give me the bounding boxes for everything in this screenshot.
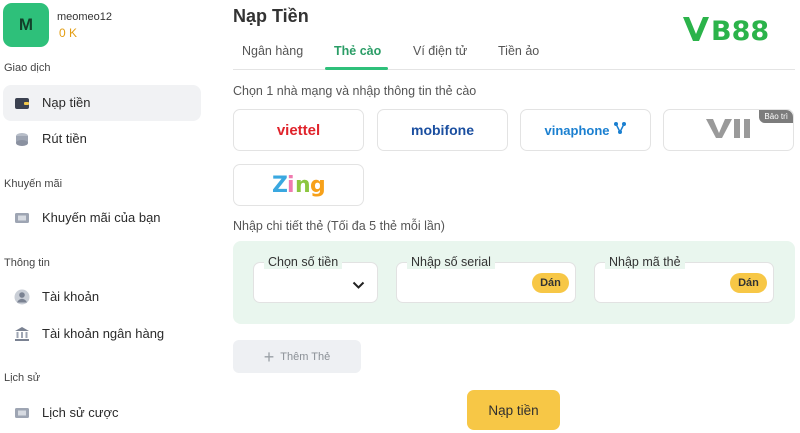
carrier-vietnamobile[interactable]: Bảo trì (663, 109, 794, 151)
sidebar-item-bank-account[interactable]: Tài khoản ngân hàng (3, 316, 201, 352)
deposit-submit-button[interactable]: Nạp tiền (467, 390, 560, 430)
ticket-history-icon (14, 405, 30, 421)
sidebar-item-label: Rút tiền (42, 131, 87, 146)
plus-icon: + (263, 346, 275, 367)
avatar[interactable]: M (3, 3, 49, 47)
tab-crypto[interactable]: Tiền ảo (498, 44, 539, 58)
carrier-name: vinaphone (544, 122, 610, 138)
section-label-transactions: Giao dịch (4, 62, 51, 74)
carrier-vinaphone[interactable]: vinaphone (520, 109, 651, 151)
wallet-icon (14, 95, 30, 111)
carrier-zing[interactable]: Z i n g (233, 164, 364, 206)
sidebar-item-deposit[interactable]: Nạp tiền (3, 85, 201, 121)
user-profile[interactable]: M meomeo12 0 K (3, 3, 208, 47)
tab-bank[interactable]: Ngân hàng (242, 44, 303, 58)
paste-code-button[interactable]: Dán (730, 273, 767, 293)
money-stack-icon (14, 131, 30, 147)
chevron-down-icon (352, 277, 365, 295)
tab-bar: Ngân hàng Thẻ cào Ví điện tử Tiền ảo (233, 42, 795, 70)
balance-amount: 0 K (59, 26, 78, 40)
page-title: Nạp Tiền (233, 6, 309, 26)
sidebar-item-my-promotions[interactable]: Khuyến mãi của bạn (3, 200, 201, 236)
card-code-label: Nhập mã thẻ (605, 255, 685, 269)
bank-icon (14, 326, 30, 342)
carrier-prompt: Chọn 1 nhà mạng và nhập thông tin thẻ cà… (233, 84, 477, 98)
svg-text:Z: Z (272, 173, 288, 197)
amount-select[interactable]: Chọn số tiền (253, 255, 378, 303)
carrier-viettel[interactable]: viettel (233, 109, 364, 151)
add-card-button[interactable]: + Thêm Thẻ (233, 340, 361, 373)
user-icon (14, 289, 30, 305)
sidebar-item-bet-history[interactable]: Lịch sử cược (3, 395, 201, 431)
svg-text:B88: B88 (711, 16, 769, 44)
section-label-history: Lịch sử (4, 372, 41, 384)
svg-text:n: n (295, 173, 311, 197)
vietnamobile-logo-icon (704, 116, 754, 145)
ticket-icon (14, 210, 30, 226)
sidebar-item-withdraw[interactable]: Rút tiền (3, 121, 201, 157)
sidebar-item-label: Tài khoản ngân hàng (42, 326, 165, 341)
detail-prompt: Nhập chi tiết thẻ (Tối đa 5 thẻ mỗi lần) (233, 219, 445, 233)
active-tab-indicator (325, 67, 388, 70)
add-card-label: Thêm Thẻ (280, 350, 331, 363)
svg-text:g: g (310, 173, 326, 197)
tab-e-wallet[interactable]: Ví điện tử (413, 44, 467, 58)
sidebar-item-label: Lịch sử cược (42, 405, 119, 420)
sidebar: M meomeo12 0 K Giao dịch Nạp tiền Rút ti… (0, 0, 210, 433)
serial-label: Nhập số serial (407, 255, 495, 269)
amount-label: Chọn số tiền (264, 255, 343, 269)
svg-text:i: i (287, 173, 295, 197)
section-label-info: Thông tin (4, 257, 50, 269)
sidebar-item-label: Nạp tiền (42, 95, 91, 110)
serial-input[interactable]: Nhập số serial Dán (396, 255, 576, 303)
card-detail-panel: Chọn số tiền Nhập số serial Dán Nhập mã … (233, 241, 795, 324)
sidebar-item-label: Khuyến mãi của bạn (42, 210, 161, 225)
paste-serial-button[interactable]: Dán (532, 273, 569, 293)
sidebar-item-label: Tài khoản (42, 289, 100, 304)
zing-logo-icon: Z i n g (271, 169, 327, 202)
carrier-name: mobifone (411, 122, 474, 138)
tab-scratch-card[interactable]: Thẻ cào (334, 44, 381, 58)
vinaphone-logo-icon (613, 121, 627, 140)
carrier-mobifone[interactable]: mobifone (377, 109, 508, 151)
carrier-name: viettel (276, 121, 321, 139)
username: meomeo12 (57, 11, 113, 23)
section-label-promotions: Khuyến mãi (4, 178, 63, 190)
sidebar-item-account[interactable]: Tài khoản (3, 279, 201, 315)
maintenance-badge: Bảo trì (759, 110, 793, 123)
brand-logo: B88 (681, 14, 789, 47)
card-code-input[interactable]: Nhập mã thẻ Dán (594, 255, 774, 303)
